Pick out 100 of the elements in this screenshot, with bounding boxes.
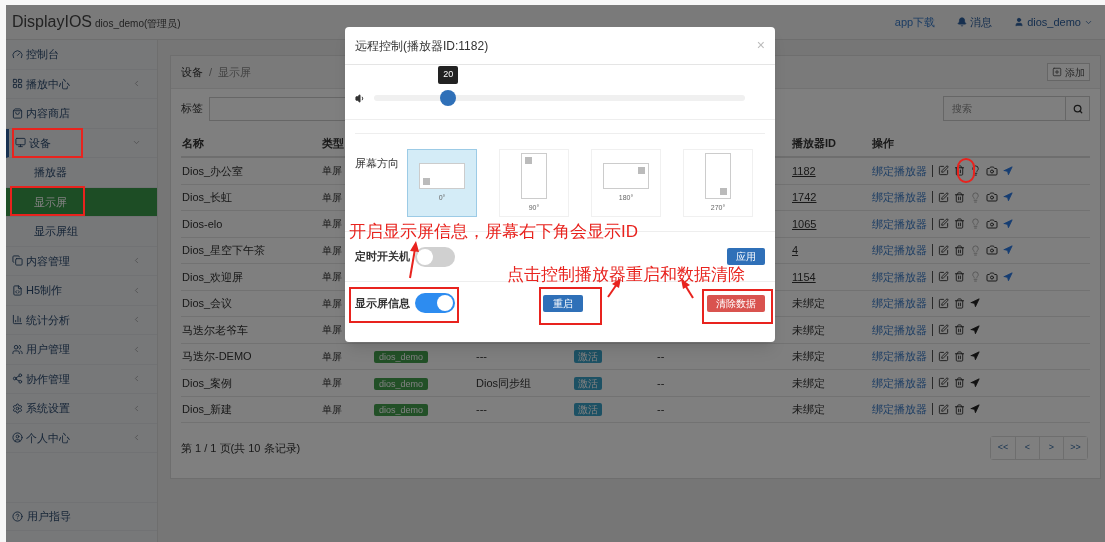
sidebar-item[interactable]: 用户管理 xyxy=(6,335,157,365)
trash-icon[interactable] xyxy=(954,377,965,389)
sidebar-item[interactable]: 系统设置 xyxy=(6,394,157,424)
edit-icon[interactable] xyxy=(938,350,949,362)
volume-slider[interactable] xyxy=(374,90,745,106)
send-icon[interactable] xyxy=(1003,165,1013,176)
sidebar-item[interactable]: 统计分析 xyxy=(6,305,157,335)
add-button[interactable]: 添加 xyxy=(1047,63,1090,81)
dialog-title: 远程控制(播放器ID:1182) xyxy=(355,37,489,55)
send-icon[interactable] xyxy=(970,298,980,309)
trash-icon[interactable] xyxy=(954,350,965,362)
restart-button[interactable]: 重启 xyxy=(543,294,583,312)
edit-icon[interactable] xyxy=(938,165,949,177)
highlight-frame xyxy=(12,128,83,158)
send-icon[interactable] xyxy=(970,377,980,388)
sidebar-item[interactable]: 内容管理 xyxy=(6,246,157,276)
edit-icon[interactable] xyxy=(938,403,949,415)
player-link[interactable]: 4 xyxy=(792,242,799,259)
edit-icon[interactable] xyxy=(938,271,949,283)
trash-icon[interactable] xyxy=(954,403,965,415)
settings-icon xyxy=(12,402,23,414)
bind-player-link[interactable]: 绑定播放器 xyxy=(872,374,927,391)
slider-thumb[interactable] xyxy=(440,90,457,106)
sidebar-item[interactable]: 控制台 xyxy=(6,40,157,70)
sidebar-subitem[interactable]: 播放器 xyxy=(6,158,157,188)
clear-data-button[interactable]: 清除数据 xyxy=(707,294,765,312)
table-cell-text: -- xyxy=(657,349,665,364)
tag-badge: dios_demo xyxy=(374,351,429,363)
camera-icon[interactable] xyxy=(986,217,998,230)
bind-player-link[interactable]: 绑定播放器 xyxy=(872,295,927,312)
send-icon[interactable] xyxy=(970,404,980,415)
bind-player-link[interactable]: 绑定播放器 xyxy=(872,268,927,285)
camera-icon[interactable] xyxy=(986,164,998,177)
trash-icon[interactable] xyxy=(954,244,965,256)
trash-icon[interactable] xyxy=(954,297,965,309)
trash-icon[interactable] xyxy=(954,218,965,230)
send-icon[interactable] xyxy=(1003,271,1013,282)
trash-icon[interactable] xyxy=(954,191,965,203)
trash-icon[interactable] xyxy=(954,271,965,283)
camera-icon[interactable] xyxy=(986,270,998,283)
player-link[interactable]: 1065 xyxy=(792,215,817,232)
chevron-icon xyxy=(132,79,141,89)
edit-icon[interactable] xyxy=(938,324,949,336)
toggle-switch[interactable] xyxy=(415,246,455,267)
player-link[interactable]: 1742 xyxy=(792,189,817,206)
send-icon[interactable] xyxy=(1003,245,1013,256)
bind-player-link[interactable]: 绑定播放器 xyxy=(872,321,927,338)
bind-player-link[interactable]: 绑定播放器 xyxy=(872,215,927,232)
camera-icon[interactable] xyxy=(986,244,998,257)
bind-player-link[interactable]: 绑定播放器 xyxy=(872,401,927,418)
header-link[interactable]: dios_demo xyxy=(1014,13,1093,31)
edit-icon[interactable] xyxy=(938,191,949,203)
user-circle-icon xyxy=(12,432,23,444)
send-icon[interactable] xyxy=(970,324,980,335)
lightbulb-icon[interactable] xyxy=(970,165,981,177)
sidebar-item[interactable]: 设备 xyxy=(6,128,157,158)
header-link[interactable]: 消息 xyxy=(957,13,993,31)
breadcrumb-item[interactable]: 设备 xyxy=(181,63,203,81)
trash-icon[interactable] xyxy=(954,165,965,177)
bind-player-link[interactable]: 绑定播放器 xyxy=(872,162,927,179)
edit-icon[interactable] xyxy=(938,244,949,256)
table-cell-text: --- xyxy=(476,349,487,364)
bind-player-link[interactable]: 绑定播放器 xyxy=(872,189,927,206)
sidebar-item[interactable]: 个人中心 xyxy=(6,423,157,453)
sidebar-item[interactable]: H5制作 xyxy=(6,276,157,306)
header-link[interactable]: app下载 xyxy=(894,13,936,31)
table-cell-text: 单屏 xyxy=(322,296,342,311)
grid-icon xyxy=(12,78,23,90)
table-cell-text: Dios_案例 xyxy=(182,375,233,391)
edit-icon[interactable] xyxy=(938,377,949,389)
action-divider xyxy=(932,191,933,204)
player-link[interactable]: 1182 xyxy=(792,162,816,179)
sidebar-item[interactable]: 内容商店 xyxy=(6,99,157,129)
player-link[interactable]: 1154 xyxy=(792,268,816,285)
table-cell-text: -- xyxy=(657,375,665,391)
edit-icon[interactable] xyxy=(938,218,949,230)
close-button[interactable]: × xyxy=(756,35,765,56)
edit-icon[interactable] xyxy=(938,297,949,309)
table-cell-text: Dios_办公室 xyxy=(182,163,244,179)
apply-button[interactable]: 应用 xyxy=(727,248,765,265)
sidebar-subitem[interactable]: 显示屏组 xyxy=(6,217,157,247)
sidebar-item[interactable]: 用户指导 xyxy=(6,501,157,531)
sidebar-item[interactable]: 协作管理 xyxy=(6,364,157,394)
bind-player-link[interactable]: 绑定播放器 xyxy=(872,242,927,259)
sidebar-item[interactable]: 播放中心 xyxy=(6,69,157,99)
search-button[interactable] xyxy=(1066,96,1090,121)
table-cell-text: 未绑定 xyxy=(792,375,825,391)
camera-icon[interactable] xyxy=(986,191,998,204)
table-cell-text: Dios-elo xyxy=(182,216,223,232)
chevron-icon xyxy=(132,403,141,413)
send-icon[interactable] xyxy=(1003,192,1013,203)
send-icon[interactable] xyxy=(1003,218,1013,229)
annotation-text: 开启显示屏信息，屏幕右下角会显示ID xyxy=(349,221,638,243)
pagination-button[interactable]: >> xyxy=(1063,437,1087,459)
table-cell-text: 单屏 xyxy=(322,349,342,364)
bind-player-link[interactable]: 绑定播放器 xyxy=(872,348,927,365)
send-icon[interactable] xyxy=(970,351,980,362)
bag-icon xyxy=(12,107,23,119)
toggle-switch[interactable] xyxy=(415,293,455,313)
trash-icon[interactable] xyxy=(954,324,965,336)
